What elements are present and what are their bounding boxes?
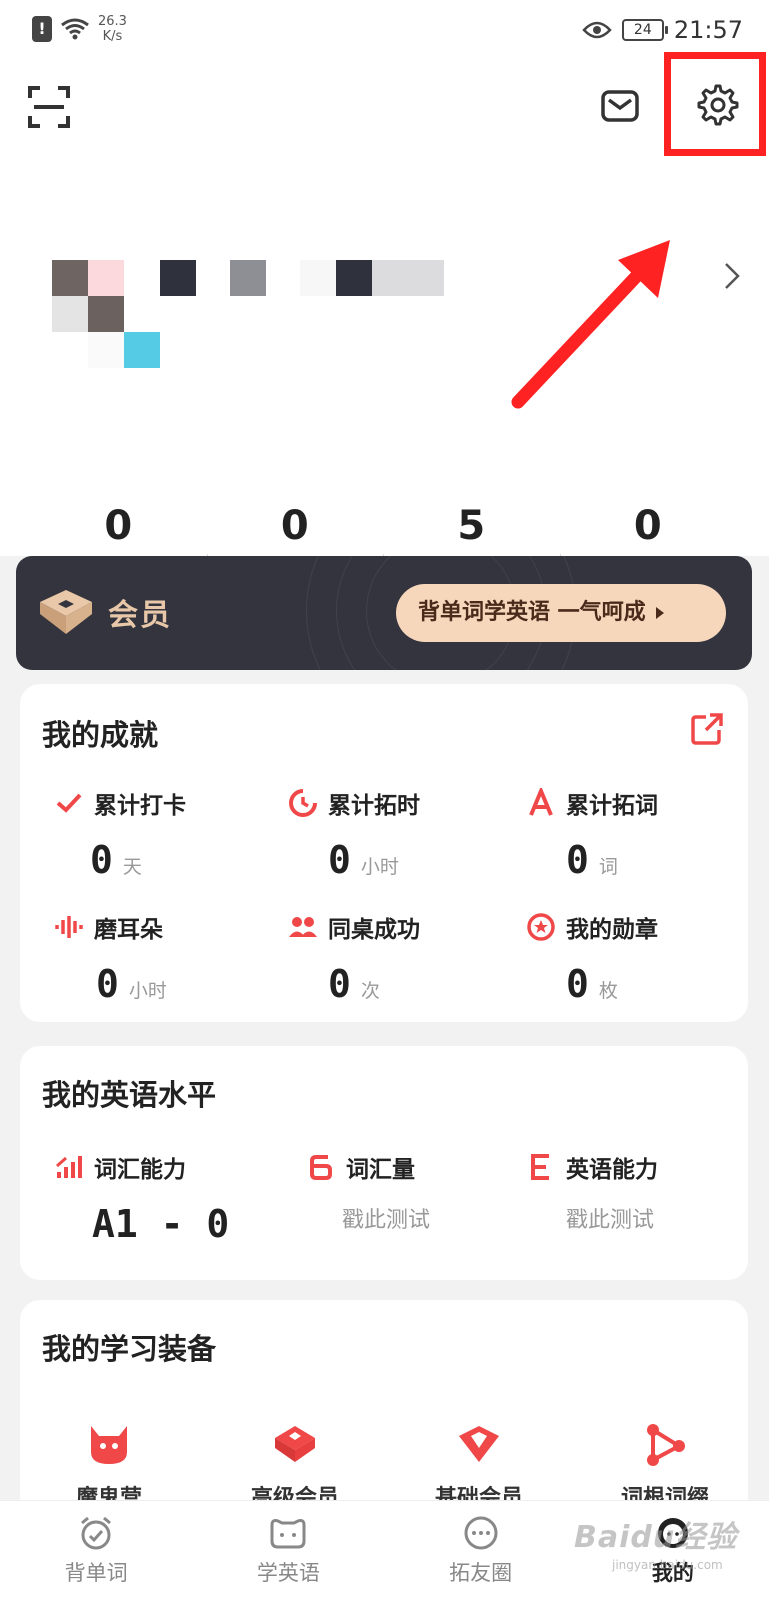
metric-medals[interactable]: 我的勋章 0 枚 <box>526 910 658 1006</box>
metric-label: 英语能力 <box>566 1157 658 1183</box>
level-vocab-size[interactable]: 词汇量 戳此测试 <box>306 1150 430 1234</box>
profile-header: 0 心得 0 评论 5 关注 0 粉丝 <box>0 62 769 592</box>
roots-network-icon <box>647 1424 685 1466</box>
metric-value: A1 - 0 <box>92 1202 230 1246</box>
metric-value: 0 <box>566 962 589 1006</box>
metric-label: 词汇能力 <box>94 1157 186 1183</box>
mascot-face-icon <box>270 1519 306 1549</box>
member-cta-label: 背单词学英语 一气呵成 <box>418 600 646 625</box>
metric-value: 0 <box>90 838 113 882</box>
tab-friends-circle[interactable]: 拓友圈 <box>385 1501 577 1600</box>
achievements-title: 我的成就 <box>42 718 159 752</box>
alert-icon: ! <box>32 16 52 42</box>
metric-unit: 小时 <box>360 856 399 878</box>
basic-gem-icon <box>459 1426 499 1462</box>
tab-memorize-words[interactable]: 背单词 <box>0 1501 192 1600</box>
stat-value: 0 <box>104 503 133 549</box>
watermark-url: jingyan.baidu.com <box>612 1558 723 1572</box>
stat-value: 0 <box>633 503 662 549</box>
letter-e-icon <box>531 1154 549 1180</box>
member-label: 会员 <box>108 598 172 633</box>
metric-study-hours[interactable]: 累计拓时 0 小时 <box>288 786 420 882</box>
checkmark-icon <box>56 793 82 813</box>
metric-deskmate-success[interactable]: 同桌成功 0 次 <box>288 910 420 1006</box>
metric-label: 累计拓词 <box>566 793 658 819</box>
metric-label: 累计拓时 <box>328 793 420 819</box>
metric-label: 磨耳朵 <box>94 917 163 943</box>
metric-label: 累计打卡 <box>94 793 186 819</box>
metric-label: 同桌成功 <box>328 917 420 943</box>
metric-value: 0 <box>96 962 119 1006</box>
tab-learn-english[interactable]: 学英语 <box>192 1501 384 1600</box>
chevron-right-icon[interactable] <box>722 260 742 292</box>
tab-label: 学英语 <box>256 1561 320 1585</box>
medal-icon <box>527 913 555 941</box>
tab-label: 背单词 <box>64 1561 128 1585</box>
metric-unit: 小时 <box>128 980 167 1002</box>
status-left: ! 26.3 K/s <box>32 14 127 44</box>
alarm-clock-icon <box>81 1516 112 1550</box>
achievements-card: 我的成就 累计打卡 0 天 累计拓时 0 小时 累计拓词 0 词 磨耳朵 0 小… <box>20 684 748 1022</box>
network-speed-unit: K/s <box>102 29 123 44</box>
english-level-title: 我的英语水平 <box>42 1078 217 1112</box>
devil-mascot-icon <box>91 1426 127 1464</box>
timer-icon <box>289 789 317 817</box>
metric-value: 0 <box>328 962 351 1006</box>
stat-value: 0 <box>280 503 309 549</box>
member-banner[interactable]: 会员 背单词学英语 一气呵成 <box>16 556 752 670</box>
annotation-arrow <box>511 240 670 409</box>
watermark: Baidu经验 <box>574 1520 738 1555</box>
network-speed-value: 26.3 <box>98 14 127 29</box>
annotation-highlight-box <box>664 52 766 156</box>
avatar-mosaic[interactable] <box>52 260 452 370</box>
mail-icon[interactable] <box>600 88 640 124</box>
metric-unit: 天 <box>122 856 142 878</box>
eye-icon <box>582 21 612 39</box>
metric-words-learned[interactable]: 累计拓词 0 词 <box>526 786 658 882</box>
metric-unit: 枚 <box>598 980 618 1002</box>
external-link-icon[interactable] <box>690 712 724 746</box>
premium-gem-icon <box>275 1426 315 1462</box>
scan-icon[interactable] <box>28 86 70 128</box>
clock: 21:57 <box>673 16 743 44</box>
status-bar: ! 26.3 K/s 24 21:57 <box>0 0 769 62</box>
equipment-title: 我的学习装备 <box>42 1332 217 1366</box>
member-badge-icon <box>40 590 92 634</box>
play-arrow-icon <box>655 607 664 619</box>
chat-bubble-icon <box>464 1516 498 1550</box>
test-hint[interactable]: 戳此测试 <box>566 1202 654 1234</box>
level-english-ability[interactable]: 英语能力 戳此测试 <box>526 1150 658 1234</box>
equip-word-roots[interactable]: 词根词缀 <box>590 1422 740 1512</box>
stat-value: 5 <box>457 503 486 549</box>
people-icon <box>289 917 317 937</box>
metric-unit: 词 <box>598 856 618 878</box>
battery-indicator: 24 <box>621 19 668 41</box>
metric-label: 我的勋章 <box>566 917 658 943</box>
metric-listening-hours[interactable]: 磨耳朵 0 小时 <box>54 910 167 1006</box>
test-hint[interactable]: 戳此测试 <box>342 1202 430 1234</box>
metric-unit: 次 <box>360 980 380 1002</box>
metric-value: 0 <box>328 838 351 882</box>
english-level-card: 我的英语水平 词汇能力 A1 - 0 词汇量 戳此测试 英语能力 戳此测试 <box>20 1046 748 1280</box>
soundwave-icon <box>55 916 83 938</box>
metric-checkin-days[interactable]: 累计打卡 0 天 <box>54 786 186 882</box>
network-speed: 26.3 K/s <box>98 14 127 44</box>
number-six-icon <box>310 1155 332 1180</box>
equip-basic-member[interactable]: 基础会员 <box>404 1422 554 1512</box>
level-vocab-ability[interactable]: 词汇能力 A1 - 0 <box>54 1150 229 1246</box>
signal-bars-icon <box>56 1156 82 1178</box>
equip-premium-member[interactable]: 高级会员 <box>220 1422 370 1512</box>
metric-value: 0 <box>566 838 589 882</box>
status-right: 24 21:57 <box>582 16 743 44</box>
member-cta-button[interactable]: 背单词学英语 一气呵成 <box>396 584 726 642</box>
letter-a-icon <box>529 788 553 816</box>
wifi-icon <box>61 18 89 40</box>
equip-devil-camp[interactable]: 魔鬼营 <box>34 1422 184 1512</box>
tab-label: 拓友圈 <box>449 1561 513 1585</box>
metric-label: 词汇量 <box>346 1157 415 1183</box>
